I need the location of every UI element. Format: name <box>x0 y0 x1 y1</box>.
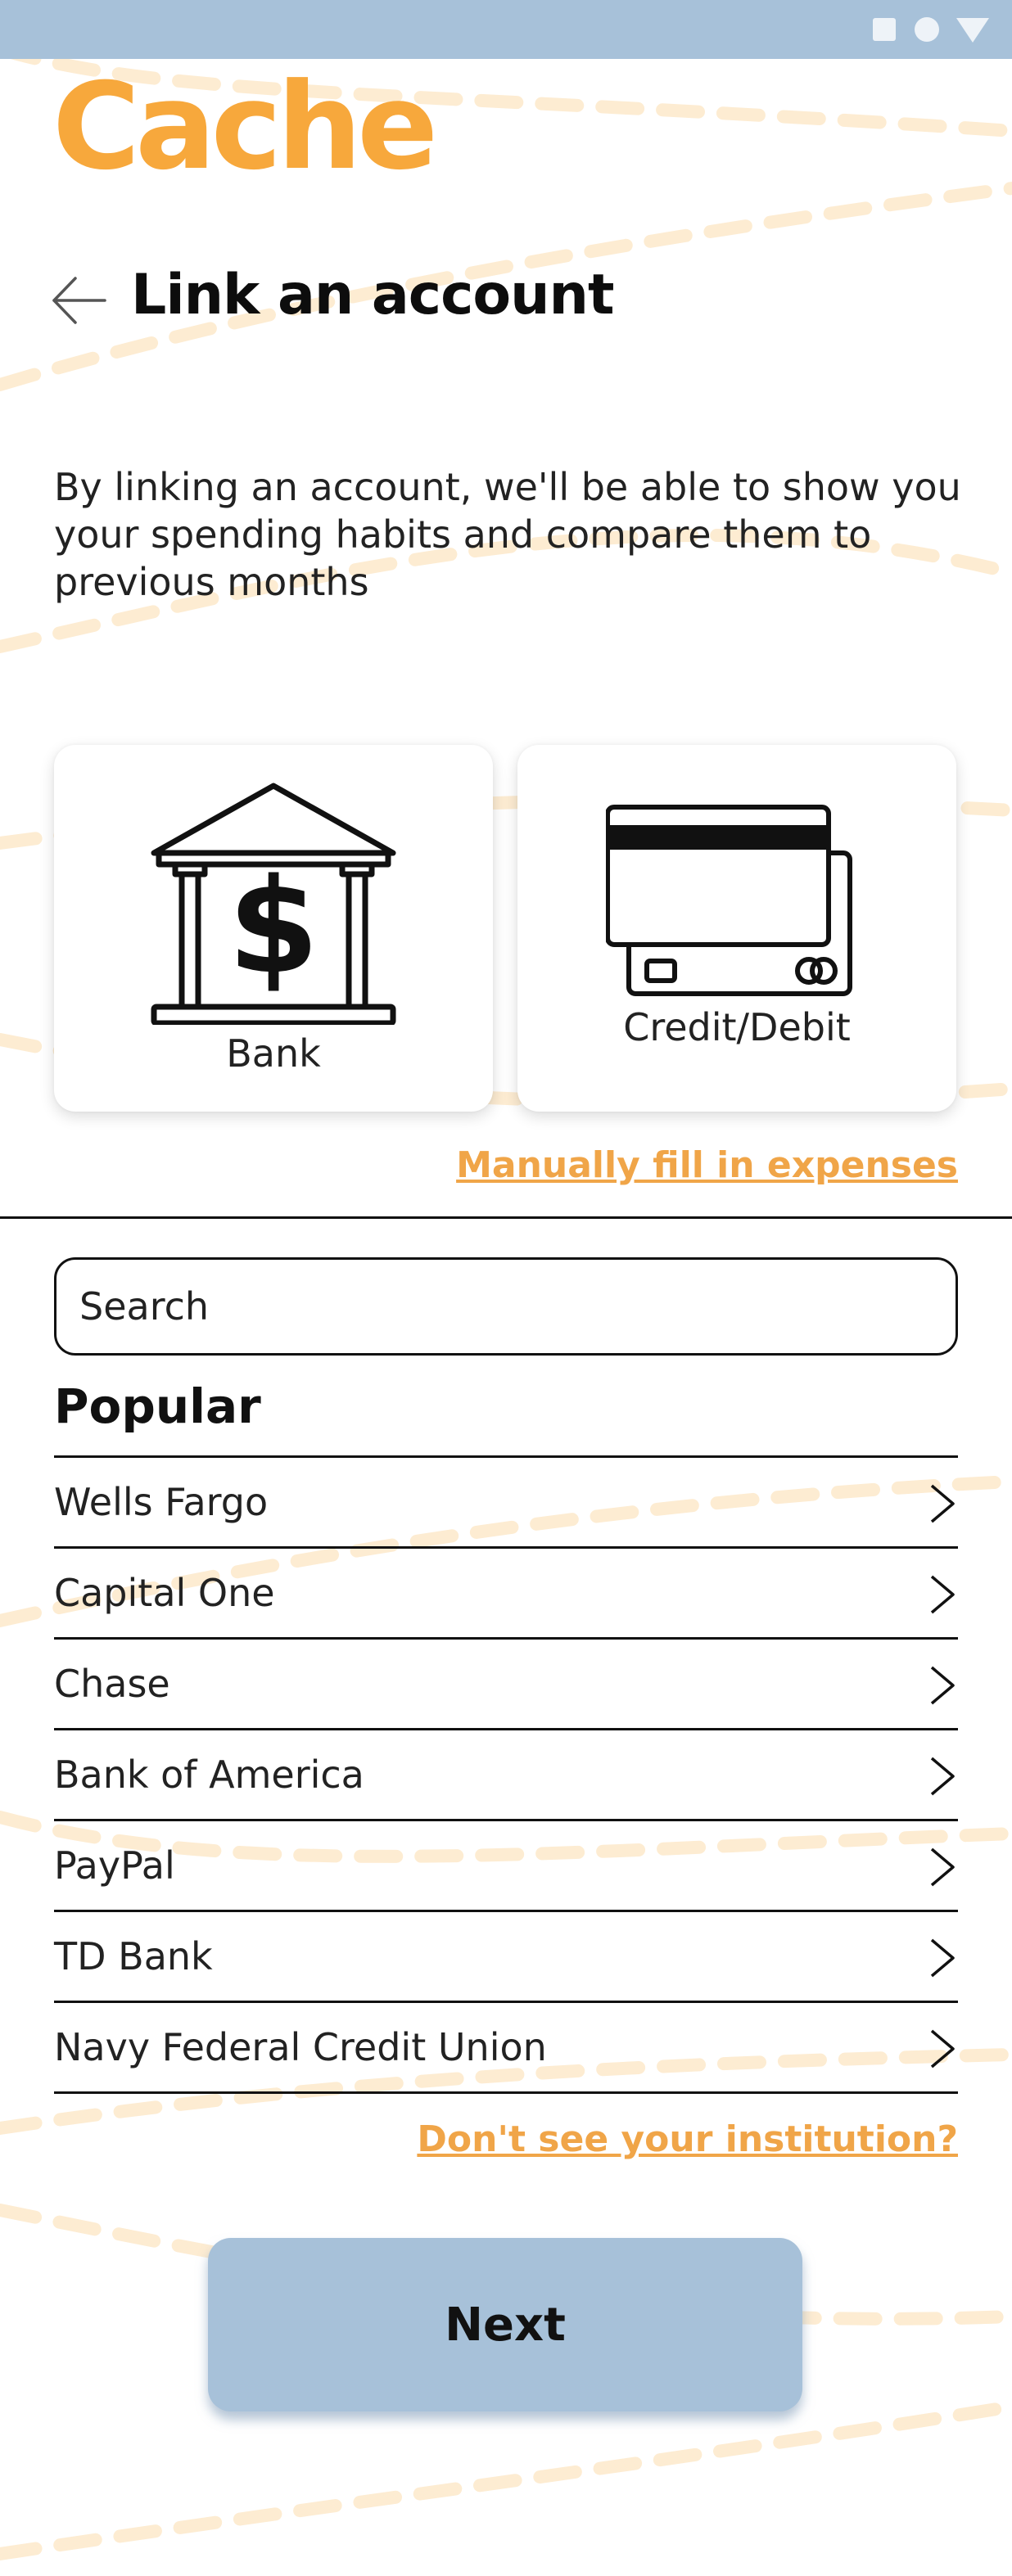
institution-name: Navy Federal Credit Union <box>54 2025 547 2069</box>
institution-row-capital-one[interactable]: Capital One <box>54 1549 958 1640</box>
back-arrow-icon[interactable] <box>49 270 110 331</box>
credit-debit-option-card[interactable]: Credit/Debit <box>517 745 956 1112</box>
institution-name: Bank of America <box>54 1753 364 1797</box>
credit-cards-icon <box>606 805 852 996</box>
search-input[interactable] <box>54 1257 958 1356</box>
chevron-right-icon <box>930 1938 955 1978</box>
popular-institution-list: Wells Fargo Capital One Chase Bank of Am… <box>54 1455 958 2094</box>
institution-row-wells-fargo[interactable]: Wells Fargo <box>54 1458 958 1549</box>
bank-building-dollar-icon: $ <box>151 783 396 1025</box>
circle-icon <box>915 17 939 42</box>
triangle-icon <box>956 18 989 43</box>
square-icon <box>873 18 896 41</box>
institution-row-bank-of-america[interactable]: Bank of America <box>54 1730 958 1821</box>
institution-name: Wells Fargo <box>54 1480 269 1524</box>
popular-section-title: Popular <box>54 1378 261 1434</box>
institution-row-navy-federal[interactable]: Navy Federal Credit Union <box>54 2003 958 2094</box>
app-logo: Cache <box>52 57 438 196</box>
intro-text: By linking an account, we'll be able to … <box>54 465 961 604</box>
missing-institution-link[interactable]: Don't see your institution? <box>417 2118 958 2160</box>
institution-row-chase[interactable]: Chase <box>54 1640 958 1730</box>
chevron-right-icon <box>930 1484 955 1523</box>
page-title: Link an account <box>131 263 614 327</box>
institution-row-td-bank[interactable]: TD Bank <box>54 1912 958 2003</box>
status-bar <box>0 0 1012 59</box>
svg-text:$: $ <box>228 850 319 1003</box>
status-icons <box>873 17 989 43</box>
institution-name: Capital One <box>54 1571 275 1615</box>
chevron-right-icon <box>930 1575 955 1614</box>
institution-row-paypal[interactable]: PayPal <box>54 1821 958 1912</box>
credit-debit-option-label: Credit/Debit <box>623 1005 851 1049</box>
chevron-right-icon <box>930 1757 955 1796</box>
chevron-right-icon <box>930 1666 955 1705</box>
chevron-right-icon <box>930 1847 955 1887</box>
institution-name: TD Bank <box>54 1934 213 1978</box>
manually-fill-expenses-link[interactable]: Manually fill in expenses <box>456 1144 958 1186</box>
institution-name: PayPal <box>54 1843 175 1888</box>
next-button[interactable]: Next <box>208 2238 802 2411</box>
bank-option-card[interactable]: $ Bank <box>54 745 493 1112</box>
section-divider <box>0 1216 1012 1219</box>
chevron-right-icon <box>930 2029 955 2068</box>
bank-option-label: Bank <box>226 1031 321 1076</box>
institution-name: Chase <box>54 1662 170 1706</box>
